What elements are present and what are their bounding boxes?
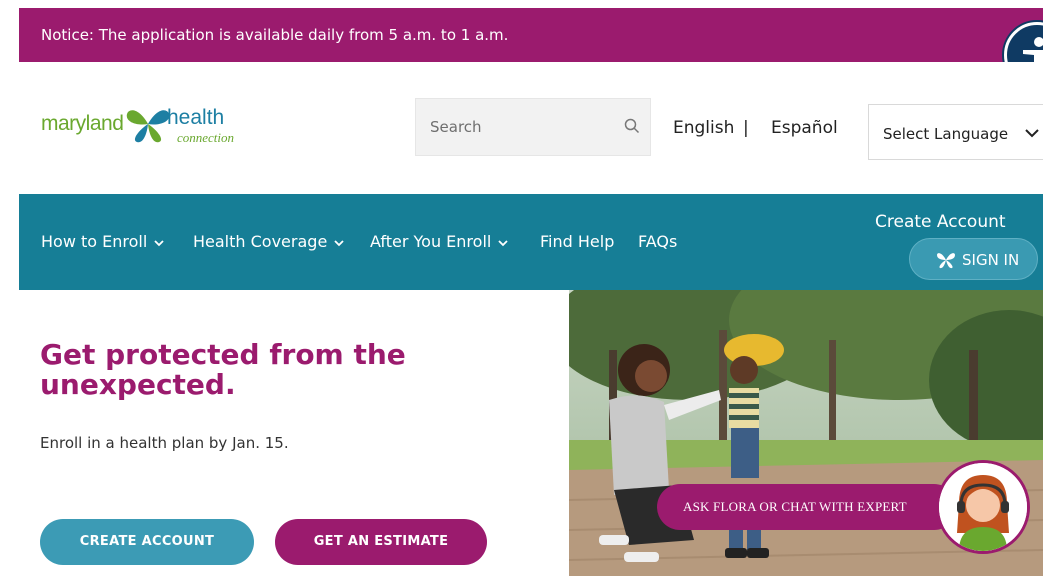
logo-word-maryland: maryland xyxy=(41,112,124,135)
logo-word-health: health xyxy=(167,106,225,129)
nav-item-health-coverage[interactable]: Health Coverage xyxy=(193,232,344,251)
nav-item-label: Health Coverage xyxy=(193,232,328,251)
logo-butterfly-icon xyxy=(126,110,170,143)
language-english-link[interactable]: English xyxy=(673,118,734,138)
get-estimate-button[interactable]: GET AN ESTIMATE xyxy=(275,519,487,565)
logo-word-connection: connection xyxy=(177,130,235,145)
chat-label: ASK FLORA OR CHAT WITH EXPERT xyxy=(683,499,907,514)
search-box xyxy=(415,98,651,156)
chat-with-expert-button[interactable]: ASK FLORA OR CHAT WITH EXPERT xyxy=(657,484,957,530)
nav-item-how-to-enroll[interactable]: How to Enroll xyxy=(41,232,164,251)
nav-item-label: After You Enroll xyxy=(370,232,492,251)
search-input[interactable] xyxy=(416,99,616,155)
nav-item-faqs[interactable]: FAQs xyxy=(638,232,677,251)
chevron-down-icon xyxy=(498,239,508,246)
select-language-value: Select Language xyxy=(883,125,1009,143)
nav-item-find-help[interactable]: Find Help xyxy=(540,232,614,251)
select-language-dropdown[interactable]: Select Language xyxy=(868,104,1043,160)
notice-text: Notice: The application is available dai… xyxy=(41,26,509,44)
language-separator: | xyxy=(743,118,749,138)
notice-banner: Notice: The application is available dai… xyxy=(19,8,1043,62)
nav-item-after-you-enroll[interactable]: After You Enroll xyxy=(370,232,508,251)
hero-subtitle: Enroll in a health plan by Jan. 15. xyxy=(40,434,289,452)
nav-item-label: Find Help xyxy=(540,232,615,251)
logo-x-icon xyxy=(937,253,955,269)
create-account-button[interactable]: CREATE ACCOUNT xyxy=(40,519,254,565)
chevron-down-icon xyxy=(154,239,164,246)
sign-in-button[interactable]: SIGN IN xyxy=(909,238,1038,280)
site-header: maryland health connection English | Esp… xyxy=(19,62,1043,194)
main-nav: How to Enroll Health Coverage After You … xyxy=(19,194,1043,290)
chat-agent-avatar[interactable] xyxy=(936,460,1030,554)
language-spanish-link[interactable]: Español xyxy=(771,118,838,138)
sign-in-label: SIGN IN xyxy=(962,251,1020,269)
chevron-down-icon xyxy=(334,239,344,246)
nav-item-label: FAQs xyxy=(638,232,678,251)
site-logo[interactable]: maryland health connection xyxy=(41,100,261,160)
create-account-link[interactable]: Create Account xyxy=(875,212,1006,232)
hero-title: Get protected from the unexpected. xyxy=(40,338,406,401)
nav-item-label: How to Enroll xyxy=(41,232,148,251)
chevron-down-icon xyxy=(1025,129,1039,138)
search-icon[interactable] xyxy=(624,118,640,134)
